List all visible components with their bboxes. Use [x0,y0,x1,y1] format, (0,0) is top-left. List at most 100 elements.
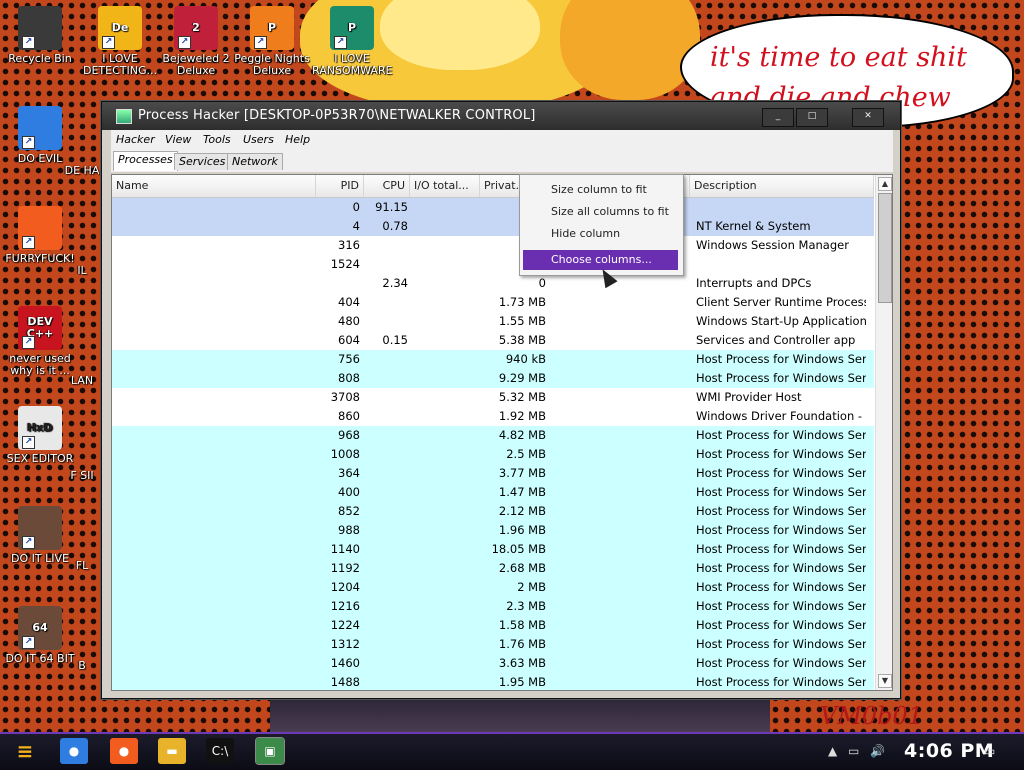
process-description: Host Process for Windows Services [696,656,866,670]
process-hacker-window: Process Hacker [DESKTOP-0P53R70\NETWALKE… [101,101,901,699]
column-header-name[interactable]: Name [112,175,316,197]
process-row[interactable]: ▼System40.7815NT Kernel & System [112,217,874,236]
tab-processes[interactable]: Processes [113,151,178,171]
process-row[interactable]: svchost.exe4001.47 MBHost Process for Wi… [112,483,874,502]
process-row[interactable]: ▼svchost.exe8089.29 MBHost Process for W… [112,369,874,388]
process-hacker-icon[interactable]: ▣ [255,737,285,765]
process-row[interactable]: WUDFHost.exe8601.92 MBWindows Driver Fou… [112,407,874,426]
process-row[interactable]: svchost.exe14603.63 MBHost Process for W… [112,654,874,673]
process-pid: 1312 [330,637,360,651]
minimize-button[interactable]: _ [762,108,794,127]
process-pid: 3708 [330,390,360,404]
process-row[interactable]: svchost.exe9881.96 MBHost Process for Wi… [112,521,874,540]
peggle-icon: P ↗ [250,6,294,50]
scroll-thumb[interactable] [878,193,892,303]
process-pid: 1524 [330,257,360,271]
tab-network[interactable]: Network [227,153,283,170]
desktop-icon[interactable]: ↗ FURRYFUCK! [0,206,80,265]
process-row[interactable]: svchost.exe12042 MBHost Process for Wind… [112,578,874,597]
menu-help[interactable]: Help [285,133,310,146]
start-button[interactable]: ≡ [10,737,40,765]
tab-services[interactable]: Services [174,153,231,170]
shortcut-arrow-icon: ↗ [22,136,35,149]
shortcut-arrow-icon: ↗ [22,236,35,249]
process-row[interactable]: svchost.exe114018.05 MBHost Process for … [112,540,874,559]
process-row[interactable]: ▼wininit.exe4801.55 MBWindows Start-Up A… [112,312,874,331]
menu-item-size-all-columns-to-fit[interactable]: Size all columns to fit [523,202,678,222]
shortcut-arrow-icon: ↗ [334,36,347,49]
process-row[interactable]: svchost.exe9684.82 MBHost Process for Wi… [112,426,874,445]
desktop-icon[interactable]: 64 ↗ DO IT 64 BIT [0,606,80,665]
notifications-icon[interactable]: ▭ [984,744,995,758]
process-row[interactable]: smss.exe31649Windows Session Manager [112,236,874,255]
process-row[interactable]: Interrupts2.340Interrupts and DPCs [112,274,874,293]
shortcut-arrow-icon: ↗ [178,36,191,49]
process-row[interactable]: ▼System Idle Process091.155 [112,198,874,217]
process-row[interactable]: WmiPrvSE.exe37085.32 MBWMI Provider Host [112,388,874,407]
desktop-icon[interactable]: P ↗ I LOVE RANSOMWARE [312,6,392,77]
file-explorer-icon[interactable]: ▬ [158,738,186,764]
maximize-button[interactable]: □ [796,108,828,127]
desktop-icon[interactable]: ↗ DO EVIL [0,106,80,165]
close-button[interactable]: ✕ [852,108,884,127]
volume-icon[interactable]: 🔊 [870,744,885,758]
process-description: Windows Session Manager [696,238,849,252]
menu-users[interactable]: Users [243,133,274,146]
column-header-cpu[interactable]: CPU [364,175,410,197]
desktop-icon[interactable]: ↗ DO IT LIVE [0,506,80,565]
scroll-up-arrow-icon[interactable]: ▲ [878,177,892,191]
process-pid: 852 [338,504,360,518]
column-header-io-total[interactable]: I/O total... [410,175,480,197]
process-row[interactable]: svchost.exe14881.95 MBHost Process for W… [112,673,874,690]
process-pid: 404 [338,295,360,309]
tray-overflow-icon[interactable]: ▲ [828,744,837,758]
desktop-icon-label-partial: DE HA [64,164,100,177]
column-header-description[interactable]: Description [690,175,874,197]
column-context-menu: Size column to fit Size all columns to f… [519,174,684,276]
process-row[interactable]: svchost.exe12162.3 MBHost Process for Wi… [112,597,874,616]
process-row[interactable]: svchost.exe11922.68 MBHost Process for W… [112,559,874,578]
desktop-icon[interactable]: De ↗ I LOVE DETECTING... [80,6,160,77]
process-row[interactable]: svchost.exe10082.5 MBHost Process for Wi… [112,445,874,464]
scroll-down-arrow-icon[interactable]: ▼ [878,674,892,688]
process-pid: 1488 [330,675,360,689]
process-private-bytes: 3.63 MB [498,656,546,670]
process-description: Client Server Runtime Process [696,295,866,309]
desktop-icon[interactable]: ↗ Recycle Bin [0,6,80,65]
menu-tools[interactable]: Tools [203,133,231,146]
column-header-pid[interactable]: PID [316,175,364,197]
process-row[interactable]: svchost.exe756940 kBHost Process for Win… [112,350,874,369]
process-private-bytes: 1.55 MB [498,314,546,328]
process-description: Host Process for Windows Services [696,485,866,499]
network-icon[interactable]: ▭ [848,744,859,758]
firefox-icon[interactable]: ● [110,738,138,764]
desktop-icon[interactable]: HxD ↗ SEX EDITOR [0,406,80,465]
title-bar[interactable]: Process Hacker [DESKTOP-0P53R70\NETWALKE… [102,102,900,130]
process-private-bytes: 1.76 MB [498,637,546,651]
process-row[interactable]: Memory Compression15246 [112,255,874,274]
process-row[interactable]: svchost.exe13121.76 MBHost Process for W… [112,635,874,654]
portrait-64-icon: 64 ↗ [18,606,62,650]
process-description: Interrupts and DPCs [696,276,812,290]
vertical-scrollbar[interactable]: ▲ ▼ [875,175,892,690]
process-description: Windows Start-Up Application [696,314,866,328]
cmd-icon[interactable]: C:\ [206,738,234,764]
desktop-icon[interactable]: DEV C++ ↗ never used why is it ... [0,306,80,377]
publisher-icon: P ↗ [330,6,374,50]
chrome-icon[interactable]: ● [60,738,88,764]
desktop-icon[interactable]: 2 ↗ Bejeweled 2 Deluxe [156,6,236,77]
menu-hacker[interactable]: Hacker [116,133,155,146]
taskbar-clock[interactable]: 4:06 PM [904,740,994,762]
process-pid: 1216 [330,599,360,613]
menu-item-choose-columns[interactable]: Choose columns... [523,250,678,270]
menu-item-hide-column[interactable]: Hide column [523,224,678,244]
process-row[interactable]: svchost.exe3643.77 MBHost Process for Wi… [112,464,874,483]
desktop-icon[interactable]: P ↗ Peggle Nights Deluxe [232,6,312,77]
menu-item-size-column-to-fit[interactable]: Size column to fit [523,180,678,200]
process-row[interactable]: csrss.exe4041.73 MBClient Server Runtime… [112,293,874,312]
process-row[interactable]: svchost.exe8522.12 MBHost Process for Wi… [112,502,874,521]
process-row[interactable]: ▼services.exe6040.155.38 MBServices and … [112,331,874,350]
desktop-icon-label-partial: B [78,659,86,672]
process-row[interactable]: svchost.exe12241.58 MBHost Process for W… [112,616,874,635]
menu-view[interactable]: View [165,133,191,146]
